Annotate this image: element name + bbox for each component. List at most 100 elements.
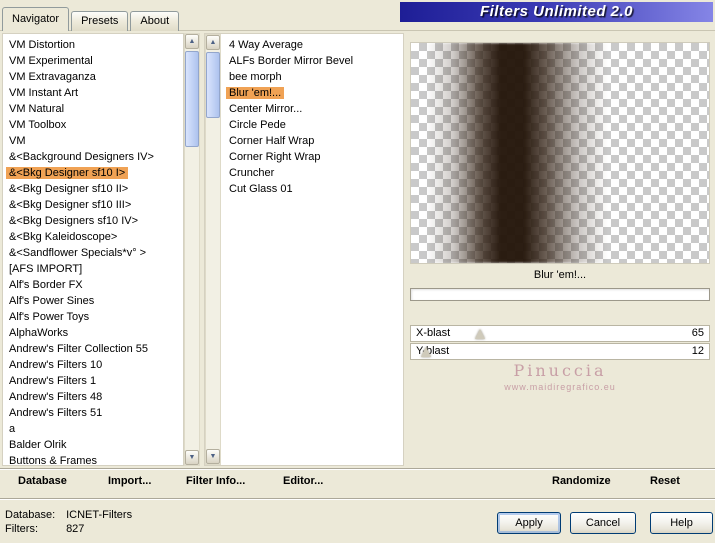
- list-item[interactable]: VM Experimental: [3, 53, 183, 69]
- list-item[interactable]: a: [3, 421, 183, 437]
- list-item-label: Andrew's Filters 48: [9, 391, 103, 403]
- list-item[interactable]: Andrew's Filters 10: [3, 357, 183, 373]
- list-item-label: Buttons & Frames: [9, 455, 98, 466]
- list-item[interactable]: Alf's Power Sines: [3, 293, 183, 309]
- tab-presets[interactable]: Presets: [71, 11, 129, 31]
- list-item-label: VM Experimental: [9, 55, 93, 67]
- list-item[interactable]: Alf's Power Toys: [3, 309, 183, 325]
- list-item-label: Circle Pede: [229, 119, 286, 131]
- list-item[interactable]: 4 Way Average: [223, 37, 403, 53]
- status-filters-value: 827: [66, 523, 85, 535]
- list-item[interactable]: &<Bkg Designer sf10 I>: [3, 165, 183, 181]
- list-item[interactable]: &<Bkg Designers sf10 IV>: [3, 213, 183, 229]
- param-value: 65: [691, 327, 704, 339]
- editor-button[interactable]: Editor...: [283, 475, 323, 487]
- param-name: X-blast: [416, 327, 451, 339]
- list-item[interactable]: Andrew's Filters 51: [3, 405, 183, 421]
- watermark-name: Pinuccia: [513, 361, 607, 380]
- list-item-label: &<Bkg Kaleidoscope>: [9, 231, 118, 243]
- tab-navigator[interactable]: Navigator: [2, 7, 70, 31]
- list-item-label: VM Extravaganza: [9, 71, 96, 83]
- help-button[interactable]: Help: [650, 512, 713, 534]
- list-item[interactable]: Balder Olrik: [3, 437, 183, 453]
- list-item[interactable]: VM: [3, 133, 183, 149]
- list-item[interactable]: Andrew's Filter Collection 55: [3, 341, 183, 357]
- list-item-label: Balder Olrik: [9, 439, 67, 451]
- list-item-label: &<Bkg Designer sf10 III>: [9, 199, 132, 211]
- param-slider-y-blast[interactable]: Y-blast 12: [410, 343, 710, 360]
- list-item-label: &<Bkg Designers sf10 IV>: [9, 215, 139, 227]
- list-item-label: [AFS IMPORT]: [9, 263, 83, 275]
- slider-thumb[interactable]: [420, 347, 431, 357]
- list-item-label: bee morph: [229, 71, 282, 83]
- database-button[interactable]: Database: [18, 475, 67, 487]
- list-item[interactable]: Corner Right Wrap: [223, 149, 403, 165]
- scroll-down-icon[interactable]: ▼: [185, 450, 199, 465]
- list-item[interactable]: Circle Pede: [223, 117, 403, 133]
- list-item[interactable]: Cut Glass 01: [223, 181, 403, 197]
- import-button[interactable]: Import...: [108, 475, 151, 487]
- app-title-banner: Filters Unlimited 2.0: [400, 2, 713, 22]
- param-slider-x-blast[interactable]: X-blast 65: [410, 325, 710, 342]
- list-item-label: VM Toolbox: [9, 119, 67, 131]
- list-item[interactable]: VM Instant Art: [3, 85, 183, 101]
- list-item[interactable]: Andrew's Filters 48: [3, 389, 183, 405]
- status-filters-label: Filters:: [5, 523, 38, 535]
- toolbar-divider: [0, 468, 715, 470]
- reset-button[interactable]: Reset: [650, 475, 680, 487]
- list-item[interactable]: Alf's Border FX: [3, 277, 183, 293]
- scroll-up-icon[interactable]: ▲: [206, 35, 220, 50]
- list-item-label: ALFs Border Mirror Bevel: [229, 55, 354, 67]
- list-item[interactable]: VM Toolbox: [3, 117, 183, 133]
- list-item[interactable]: &<Bkg Designer sf10 II>: [3, 181, 183, 197]
- list-item-label: Corner Right Wrap: [229, 151, 321, 163]
- list-item[interactable]: bee morph: [223, 69, 403, 85]
- list-item[interactable]: &<Bkg Kaleidoscope>: [3, 229, 183, 245]
- list-item[interactable]: [AFS IMPORT]: [3, 261, 183, 277]
- filter-scrollbar[interactable]: ▲ ▼: [205, 34, 221, 465]
- list-item-label: AlphaWorks: [9, 327, 69, 339]
- filter-list-panel: ▲ ▼ 4 Way Average ALFs Border Mirror Beve…: [204, 33, 404, 466]
- list-item[interactable]: ALFs Border Mirror Bevel: [223, 53, 403, 69]
- list-item-label: &<Background Designers IV>: [9, 151, 154, 163]
- tab-about[interactable]: About: [130, 11, 180, 31]
- tab-bar: Navigator Presets About: [2, 7, 181, 31]
- list-item[interactable]: VM Distortion: [3, 37, 183, 53]
- category-list: VM Distortion VM Experimental VM Extravaga…: [2, 33, 184, 466]
- filter-preview: [410, 42, 710, 264]
- list-item-label: Alf's Border FX: [9, 279, 83, 291]
- list-item[interactable]: &<Bkg Designer sf10 III>: [3, 197, 183, 213]
- status-filters: Filters: 827: [5, 523, 84, 535]
- scrollbar-thumb[interactable]: [206, 52, 220, 118]
- statusbar-divider: [0, 498, 715, 500]
- filter-info-button[interactable]: Filter Info...: [186, 475, 245, 487]
- selected-filter-name: Blur 'em!...: [533, 269, 587, 281]
- randomize-button[interactable]: Randomize: [552, 475, 611, 487]
- list-item[interactable]: VM Extravaganza: [3, 69, 183, 85]
- list-item-label: Alf's Power Toys: [9, 311, 90, 323]
- list-item[interactable]: Corner Half Wrap: [223, 133, 403, 149]
- list-item-label: 4 Way Average: [229, 39, 303, 51]
- list-item[interactable]: Blur 'em!...: [223, 85, 403, 101]
- list-item[interactable]: Buttons & Frames: [3, 453, 183, 466]
- slider-thumb[interactable]: [474, 329, 485, 339]
- filter-list: 4 Way Average ALFs Border Mirror Bevel bee…: [223, 37, 403, 465]
- scroll-up-icon[interactable]: ▲: [185, 34, 199, 49]
- list-item[interactable]: Cruncher: [223, 165, 403, 181]
- list-item[interactable]: VM Natural: [3, 101, 183, 117]
- list-item-label: &<Sandflower Specials*v° >: [9, 247, 147, 259]
- category-scrollbar[interactable]: ▲ ▼: [184, 33, 200, 466]
- list-item-label: Center Mirror...: [229, 103, 303, 115]
- render-progress-bar: [410, 288, 710, 301]
- status-database-value: ICNET-Filters: [66, 509, 133, 521]
- list-item[interactable]: Center Mirror...: [223, 101, 403, 117]
- list-item[interactable]: Andrew's Filters 1: [3, 373, 183, 389]
- list-item[interactable]: &<Sandflower Specials*v° >: [3, 245, 183, 261]
- apply-button[interactable]: Apply: [497, 512, 561, 534]
- list-item[interactable]: AlphaWorks: [3, 325, 183, 341]
- list-item[interactable]: &<Background Designers IV>: [3, 149, 183, 165]
- scroll-down-icon[interactable]: ▼: [206, 449, 220, 464]
- scrollbar-thumb[interactable]: [185, 51, 199, 147]
- cancel-button[interactable]: Cancel: [570, 512, 636, 534]
- list-item-label: Cut Glass 01: [229, 183, 293, 195]
